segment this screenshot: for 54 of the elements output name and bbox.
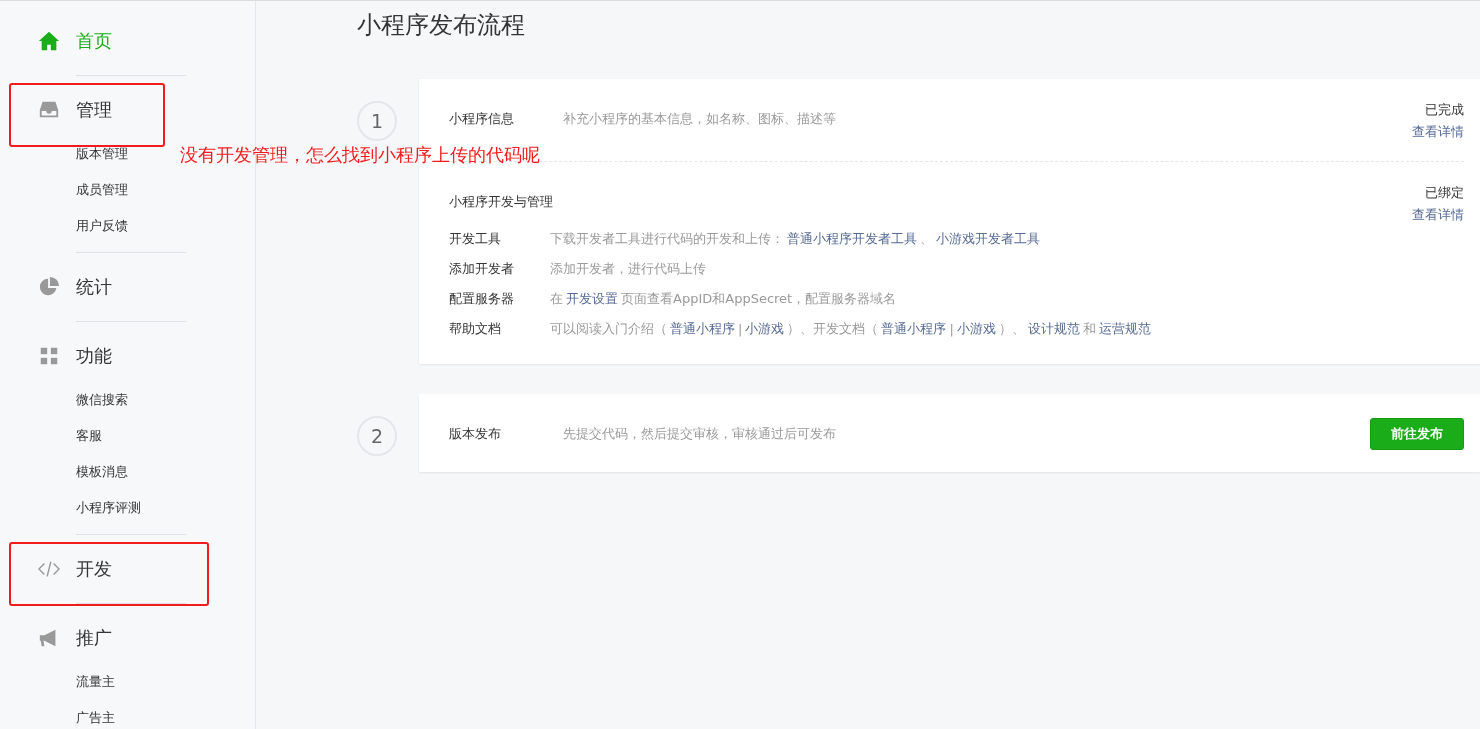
pie-chart-icon <box>38 276 60 298</box>
step-number: 1 <box>357 101 397 141</box>
sidebar-item[interactable]: 开发 <box>0 543 255 595</box>
row-text: | <box>949 321 954 337</box>
row-label: 开发工具 <box>449 230 502 248</box>
sidebar-subitem[interactable]: 微信搜索 <box>0 382 128 418</box>
sidebar-subitem[interactable]: 版本管理 <box>0 136 128 172</box>
sidebar-item[interactable]: 功能 <box>0 330 255 382</box>
sidebar-subitem[interactable]: 小程序评测 <box>0 490 141 526</box>
sidebar-subitem[interactable]: 模板消息 <box>0 454 128 490</box>
home-icon <box>38 30 60 52</box>
row-text: ）、开发文档（ <box>787 320 879 338</box>
grid-icon <box>38 345 60 367</box>
row-text: 添加开发者，进行代码上传 <box>550 260 706 278</box>
block-title: 小程序开发与管理 <box>449 193 554 211</box>
block-description: 先提交代码，然后提交审核，审核通过后可发布 <box>563 425 836 443</box>
row-text: ）、 <box>998 320 1025 338</box>
page-title: 小程序发布流程 <box>357 10 526 41</box>
row-text: 、 <box>920 230 933 248</box>
doc-link[interactable]: 小游戏 <box>745 320 785 338</box>
sidebar-item[interactable]: 推广 <box>0 612 255 664</box>
sidebar-subitem[interactable]: 成员管理 <box>0 172 128 208</box>
sidebar-subitem[interactable]: 流量主 <box>0 664 115 700</box>
sidebar-item[interactable]: 统计 <box>0 261 255 313</box>
doc-link[interactable]: 小游戏 <box>956 320 996 338</box>
row-label: 帮助文档 <box>449 320 502 338</box>
row-text: 和 <box>1082 320 1096 338</box>
details-link[interactable]: 查看详情 <box>1412 123 1464 141</box>
row-text: 在 <box>550 290 563 308</box>
doc-link[interactable]: 小游戏开发者工具 <box>936 230 1040 248</box>
sidebar-subitem[interactable]: 用户反馈 <box>0 208 128 244</box>
block-title: 版本发布 <box>449 425 502 443</box>
doc-link[interactable]: 设计规范 <box>1027 320 1080 338</box>
status-text: 已绑定 <box>1425 184 1464 202</box>
doc-link[interactable]: 普通小程序 <box>670 320 735 338</box>
doc-link[interactable]: 普通小程序 <box>881 320 947 338</box>
doc-link[interactable]: 运营规范 <box>1098 320 1151 338</box>
sidebar-subitem[interactable]: 客服 <box>0 418 102 454</box>
row-text: 页面查看AppID和AppSecret，配置服务器域名 <box>621 290 897 308</box>
row-text: 下载开发者工具进行代码的开发和上传： <box>550 230 784 248</box>
row-text: 可以阅读入门介绍（ <box>550 320 667 338</box>
sidebar-subitem[interactable]: 广告主 <box>0 700 115 729</box>
sidebar-item[interactable]: 管理 <box>0 84 255 136</box>
doc-link[interactable]: 开发设置 <box>566 290 618 308</box>
row-label: 添加开发者 <box>449 260 515 278</box>
annotation-note: 没有开发管理，怎么找到小程序上传的代码呢 <box>180 143 540 167</box>
details-link[interactable]: 查看详情 <box>1412 206 1464 224</box>
status-text: 已完成 <box>1425 101 1464 119</box>
row-text: | <box>738 321 743 337</box>
block-title: 小程序信息 <box>449 110 515 128</box>
doc-link[interactable]: 普通小程序开发者工具 <box>787 230 917 248</box>
row-label: 配置服务器 <box>449 290 515 308</box>
block-description: 补充小程序的基本信息，如名称、图标、描述等 <box>563 110 836 128</box>
step-number: 2 <box>357 416 397 456</box>
